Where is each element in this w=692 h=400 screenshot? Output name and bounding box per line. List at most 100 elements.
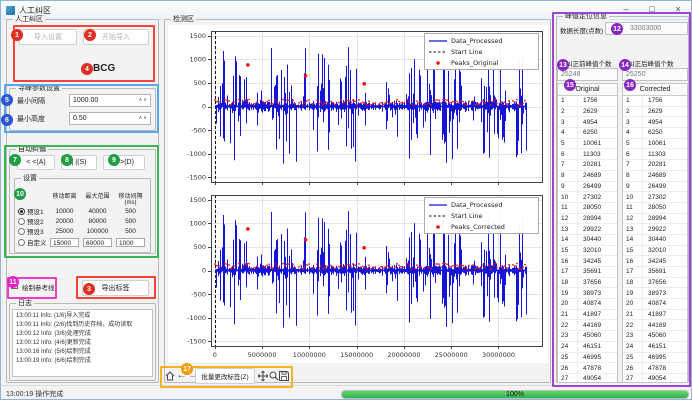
table-row[interactable]: 1532010 [623, 246, 687, 257]
table-row[interactable]: 2749054 [623, 374, 687, 383]
table-row[interactable]: 2546995 [623, 353, 687, 364]
table-row[interactable]: 824689 [558, 171, 617, 182]
preset-value-input[interactable]: 15000 [50, 238, 79, 247]
table-row[interactable]: 46250 [558, 128, 617, 139]
row-value: 30440 [578, 236, 601, 243]
table-row[interactable]: 1532010 [558, 246, 617, 257]
table-row[interactable]: 1027302 [623, 192, 687, 203]
table-row[interactable]: 926499 [558, 182, 617, 193]
row-value: 46995 [643, 354, 666, 361]
pan-button[interactable] [257, 370, 268, 382]
table-row[interactable]: 1634245 [558, 256, 617, 267]
table-row[interactable]: 611303 [623, 149, 687, 160]
table-row[interactable]: 611303 [558, 149, 617, 160]
table-row[interactable]: 1228994 [558, 214, 617, 225]
table-row[interactable]: 2446151 [623, 342, 687, 353]
table-row[interactable]: 1128050 [558, 203, 617, 214]
spinner-arrows-icon[interactable]: ∧∨ [139, 95, 148, 106]
table-row[interactable]: 1329922 [623, 224, 687, 235]
min-height-spinbox[interactable]: 0.50 ∧∨ [69, 112, 151, 125]
table-row[interactable]: 720281 [623, 160, 687, 171]
table-row[interactable]: 2244169 [558, 320, 617, 331]
table-row[interactable]: 22629 [623, 107, 687, 118]
table-row[interactable]: 2141897 [623, 310, 687, 321]
table-row[interactable]: 2647878 [558, 363, 617, 374]
col-move-interval: 移动间隔(ms) [114, 191, 147, 206]
original-peaks-table[interactable]: Original11756226293495446250510061611303… [557, 83, 618, 383]
table-row[interactable]: 1938973 [623, 288, 687, 299]
table-row[interactable]: 1228994 [623, 214, 687, 225]
table-row[interactable]: 22629 [558, 107, 617, 118]
row-value: 46995 [578, 354, 601, 361]
preset-value-input[interactable]: 60000 [83, 238, 112, 247]
table-row[interactable]: 510061 [558, 139, 617, 150]
table-row[interactable]: 824689 [623, 171, 687, 182]
table-row[interactable]: 2446151 [558, 342, 617, 353]
table-row[interactable]: 1837656 [623, 278, 687, 289]
save-button[interactable] [278, 370, 289, 382]
table-row[interactable]: 2345060 [558, 331, 617, 342]
table-row[interactable]: 2141897 [558, 310, 617, 321]
preset-label: 预设2 [27, 216, 48, 226]
table-row[interactable]: 1634245 [623, 256, 687, 267]
log-group-title: 日志 [16, 299, 34, 308]
row-value: 1756 [643, 97, 662, 104]
table-row[interactable]: 926499 [623, 182, 687, 193]
table-row[interactable]: 2040874 [558, 299, 617, 310]
pan-icon [258, 371, 268, 381]
table-row[interactable]: 1430440 [623, 235, 687, 246]
table-row[interactable]: 1837656 [558, 278, 617, 289]
batch-edit-labels-button[interactable]: 批量更改标签(Z) [195, 368, 255, 384]
import-settings-button[interactable]: 导入设置 [19, 29, 77, 45]
row-value: 32010 [643, 247, 666, 254]
preset-row[interactable]: 预设325000100000500 [15, 226, 150, 236]
preset-radio[interactable] [18, 228, 25, 235]
row-value: 27302 [643, 194, 666, 201]
table-row[interactable]: 1329922 [558, 224, 617, 235]
corrected-peaks-table[interactable]: Corrected1175622629349544625051006161130… [622, 83, 688, 383]
preset-radio[interactable] [18, 218, 25, 225]
row-index: 25 [558, 353, 578, 363]
table-row[interactable]: 1027302 [558, 192, 617, 203]
table-row[interactable]: 34954 [623, 117, 687, 128]
table-row[interactable]: 11756 [558, 96, 617, 107]
table-row[interactable]: 2244169 [623, 320, 687, 331]
preset-row[interactable]: 自定义15000 60000 1000 [15, 236, 150, 248]
table-row[interactable]: 11756 [623, 96, 687, 107]
preset-row[interactable]: 预设11000040000500 [15, 206, 150, 216]
signal-charts-canvas[interactable] [168, 25, 548, 363]
min-interval-spinbox[interactable]: 1000.00 ∧∨ [69, 94, 151, 107]
row-value: 29922 [578, 226, 601, 233]
table-row[interactable]: 1430440 [558, 235, 617, 246]
table-row[interactable]: 1735691 [623, 267, 687, 278]
home-button[interactable] [164, 370, 175, 382]
detection-group-title: 检测区 [171, 15, 196, 24]
row-index: 25 [623, 353, 643, 363]
row-index: 17 [558, 267, 578, 277]
preset-radio[interactable] [18, 239, 25, 246]
preset-value-input[interactable]: 1000 [116, 238, 145, 247]
table-row[interactable]: 46250 [623, 128, 687, 139]
table-row[interactable]: 2647878 [623, 363, 687, 374]
row-index: 5 [623, 139, 643, 149]
table-row[interactable]: 2546995 [558, 353, 617, 364]
step-back-button[interactable]: < <(A) [17, 155, 55, 170]
table-row[interactable]: 2345060 [623, 331, 687, 342]
annotation-badge: 11 [7, 276, 19, 288]
table-row[interactable]: 1938973 [558, 288, 617, 299]
table-row[interactable]: 2749054 [558, 374, 617, 383]
table-row[interactable]: 1128050 [623, 203, 687, 214]
table-row[interactable]: 720281 [558, 160, 617, 171]
table-row[interactable]: 34954 [558, 117, 617, 128]
peaks-after-value: 25250 [626, 71, 645, 78]
table-row[interactable]: 1735691 [558, 267, 617, 278]
log-textarea[interactable]: 13:00:11 Info: (1/6)导入完成13:00:11 Info: (… [12, 309, 153, 377]
row-value: 40874 [578, 300, 601, 307]
preset-row[interactable]: 预设22000080000500 [15, 216, 150, 226]
row-value: 35691 [643, 268, 666, 275]
spinner-arrows-icon[interactable]: ∧∨ [139, 113, 148, 124]
table-row[interactable]: 510061 [623, 139, 687, 150]
table-row[interactable]: 2040874 [623, 299, 687, 310]
preset-radio[interactable] [18, 208, 25, 215]
preset-label: 自定义 [27, 237, 48, 247]
